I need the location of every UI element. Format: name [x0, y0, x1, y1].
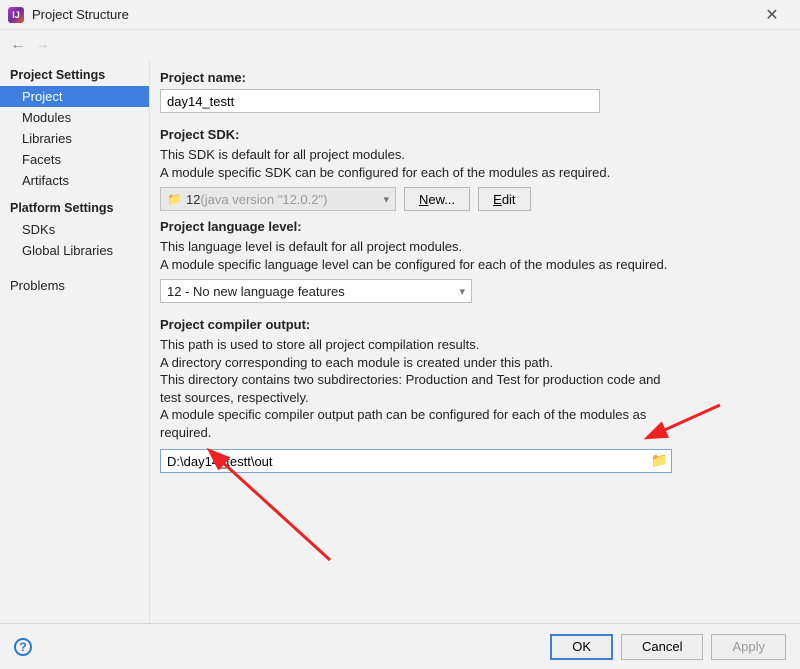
- lang-desc-1: This language level is default for all p…: [160, 238, 782, 256]
- output-desc-3: This directory contains two subdirectori…: [160, 371, 680, 406]
- sdk-desc-1: This SDK is default for all project modu…: [160, 146, 782, 164]
- sidebar-item-global-libraries[interactable]: Global Libraries: [0, 240, 149, 261]
- edit-sdk-button[interactable]: Edit: [478, 187, 530, 211]
- sidebar-item-problems[interactable]: Problems: [0, 275, 149, 296]
- sidebar-heading-platform-settings: Platform Settings: [0, 197, 149, 219]
- sidebar-item-modules[interactable]: Modules: [0, 107, 149, 128]
- lang-level-label: Project language level:: [160, 219, 782, 234]
- close-icon[interactable]: ✕: [752, 2, 792, 28]
- apply-button[interactable]: Apply: [711, 634, 786, 660]
- output-desc-2: A directory corresponding to each module…: [160, 354, 782, 372]
- cancel-button[interactable]: Cancel: [621, 634, 703, 660]
- chevron-down-icon: ▾: [383, 193, 389, 206]
- dialog-footer: ? OK Cancel Apply: [0, 623, 800, 669]
- sdk-combo-prefix: 12: [186, 192, 200, 207]
- ok-button[interactable]: OK: [550, 634, 613, 660]
- window-title: Project Structure: [32, 7, 752, 22]
- sidebar: Project Settings Project Modules Librari…: [0, 60, 150, 669]
- output-desc-4: A module specific compiler output path c…: [160, 406, 680, 441]
- forward-icon[interactable]: →: [34, 36, 50, 54]
- new-sdk-button[interactable]: New...: [404, 187, 470, 211]
- app-icon: IJ: [8, 7, 24, 23]
- sdk-combo[interactable]: 📁 12 (java version "12.0.2") ▾: [160, 187, 396, 211]
- main-panel: Project name: Project SDK: This SDK is d…: [150, 60, 800, 669]
- output-desc-1: This path is used to store all project c…: [160, 336, 782, 354]
- lang-level-combo[interactable]: 12 - No new language features ▾: [160, 279, 472, 303]
- sidebar-item-project[interactable]: Project: [0, 86, 149, 107]
- sidebar-heading-project-settings: Project Settings: [0, 64, 149, 86]
- nav-toolbar: ← →: [0, 30, 800, 60]
- sdk-combo-suffix: (java version "12.0.2"): [200, 192, 327, 207]
- sdk-desc-2: A module specific SDK can be configured …: [160, 164, 782, 182]
- compiler-output-input[interactable]: [160, 449, 672, 473]
- chevron-down-icon: ▾: [459, 285, 465, 298]
- sidebar-item-libraries[interactable]: Libraries: [0, 128, 149, 149]
- project-name-label: Project name:: [160, 70, 782, 85]
- titlebar: IJ Project Structure ✕: [0, 0, 800, 30]
- lang-level-value: 12 - No new language features: [167, 284, 345, 299]
- folder-icon: 📁: [167, 192, 182, 206]
- sidebar-item-facets[interactable]: Facets: [0, 149, 149, 170]
- back-icon[interactable]: ←: [10, 36, 26, 54]
- browse-folder-icon[interactable]: 📁: [651, 452, 668, 469]
- project-name-input[interactable]: [160, 89, 600, 113]
- sidebar-item-artifacts[interactable]: Artifacts: [0, 170, 149, 191]
- compiler-output-label: Project compiler output:: [160, 317, 782, 332]
- sdk-label: Project SDK:: [160, 127, 782, 142]
- sidebar-item-sdks[interactable]: SDKs: [0, 219, 149, 240]
- lang-desc-2: A module specific language level can be …: [160, 256, 782, 274]
- help-icon[interactable]: ?: [14, 638, 32, 656]
